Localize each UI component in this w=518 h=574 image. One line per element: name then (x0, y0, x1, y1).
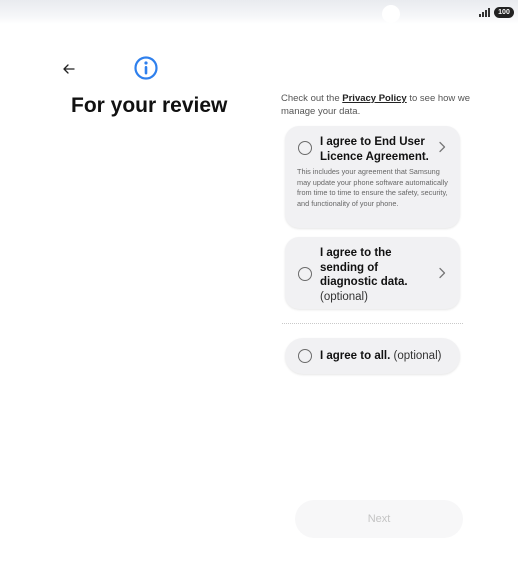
agree-all-label: I agree to all. (optional) (320, 349, 455, 364)
agree-all-title: I agree to all. (320, 350, 391, 362)
chevron-right-icon[interactable] (438, 267, 446, 279)
info-icon (134, 56, 158, 80)
privacy-policy-link[interactable]: Privacy Policy (342, 93, 406, 104)
page-title: For your review (71, 94, 228, 117)
chevron-right-icon[interactable] (438, 141, 446, 153)
back-arrow-icon (63, 64, 75, 74)
diagnostic-optional-label: (optional) (320, 290, 368, 303)
diagnostic-title-block: I agree to the sending of diagnostic dat… (320, 246, 425, 304)
eula-description: This includes your agreement that Samsun… (297, 167, 448, 208)
agree-all-card[interactable]: I agree to all. (optional) (285, 338, 460, 374)
agree-all-radio[interactable] (298, 349, 312, 363)
status-bar: 100 (0, 0, 518, 24)
next-button[interactable]: Next (295, 500, 463, 538)
diagnostic-data-card[interactable]: I agree to the sending of diagnostic dat… (285, 237, 460, 309)
eula-title: I agree to End User Licence Agreement. (320, 136, 429, 163)
battery-indicator: 100 (494, 7, 514, 18)
privacy-policy-notice: Check out the Privacy Policy to see how … (281, 93, 471, 118)
camera-cutout (382, 5, 400, 23)
diagnostic-title: I agree to the sending of diagnostic dat… (320, 247, 408, 288)
agree-all-optional-label: (optional) (393, 350, 442, 362)
back-button[interactable] (58, 58, 80, 80)
signal-bars-icon (479, 8, 490, 17)
diagnostic-radio[interactable] (298, 267, 312, 281)
section-divider (282, 323, 463, 324)
eula-radio[interactable] (298, 141, 312, 155)
privacy-prefix: Check out the (281, 93, 343, 104)
eula-agreement-card[interactable]: I agree to End User Licence Agreement. T… (285, 126, 460, 228)
